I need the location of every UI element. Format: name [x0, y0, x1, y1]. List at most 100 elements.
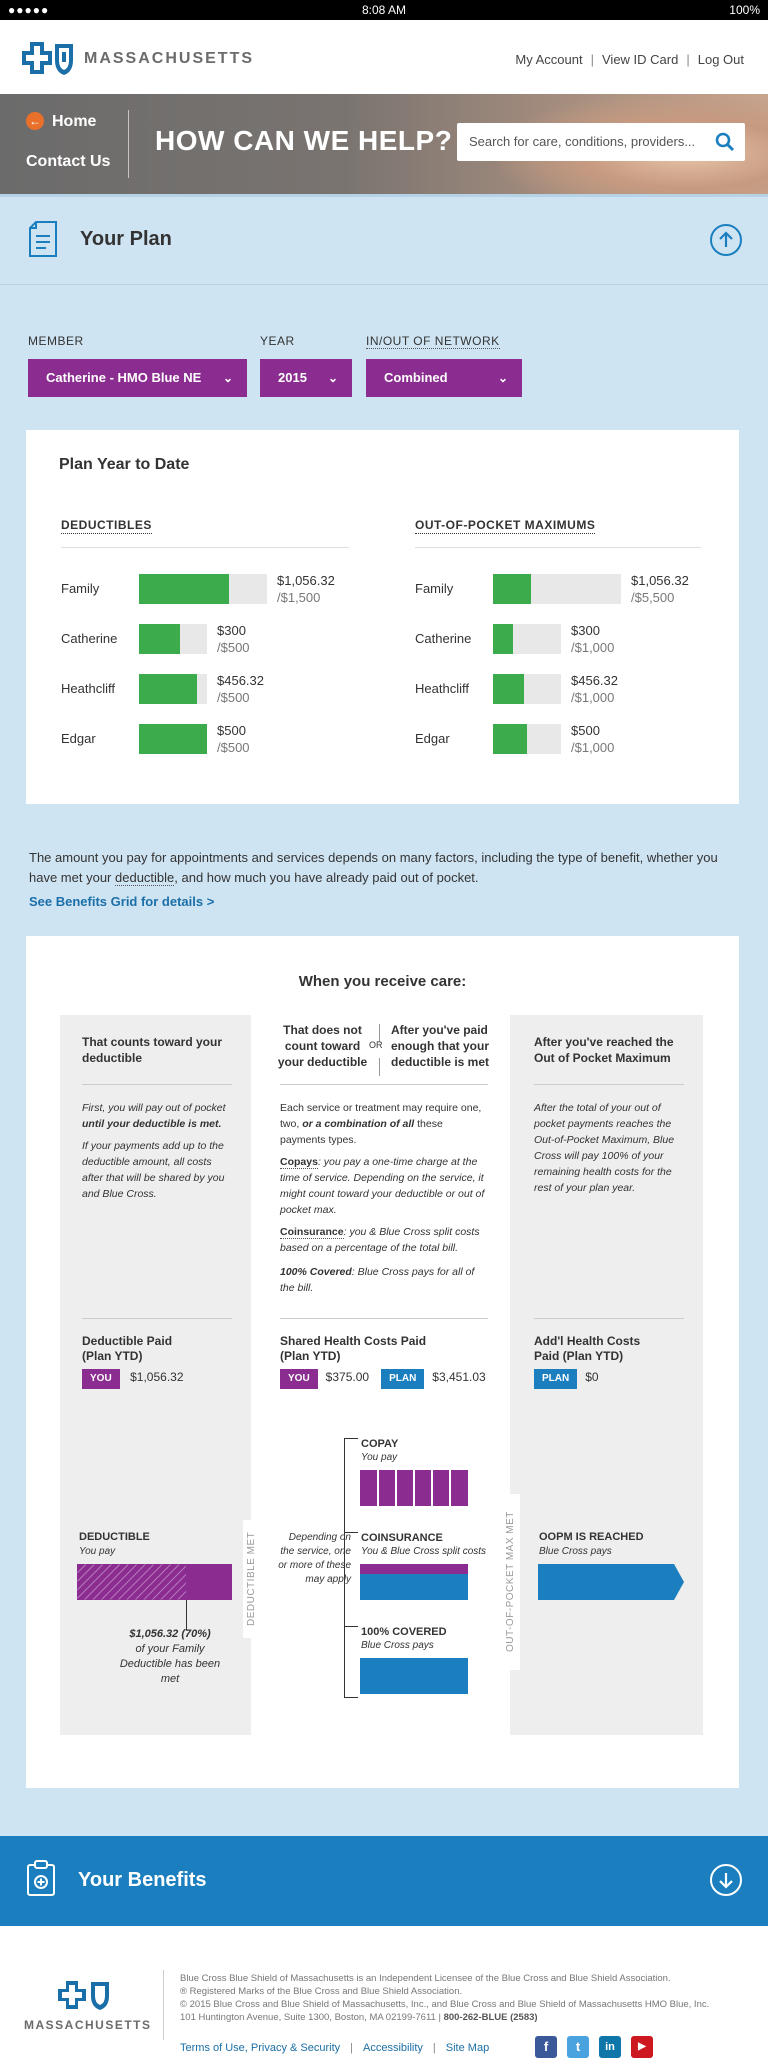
col2-heading-b: After you've paid enough that your deduc…	[391, 1023, 490, 1069]
progress-bar	[493, 574, 621, 604]
col1-text: First, you will pay out of pocket until …	[82, 1100, 234, 1132]
copay-graphic	[360, 1470, 468, 1511]
facebook-icon[interactable]: f	[535, 2036, 557, 2058]
you-amount: $1,056.32	[130, 1370, 184, 1384]
divider	[0, 284, 768, 285]
progress-fill	[493, 574, 531, 604]
divider	[280, 1318, 488, 1319]
covered-graphic	[360, 1658, 468, 1694]
network-select[interactable]: Combined ⌄	[366, 359, 522, 397]
deductible-term[interactable]: deductible	[115, 870, 175, 886]
deductible-graphic-sub: You pay	[79, 1546, 116, 1557]
progress-bar	[139, 624, 207, 654]
year-label: YEAR	[260, 334, 295, 348]
or-label: OR	[369, 1040, 383, 1050]
member-select-value: Catherine - HMO Blue NE	[46, 370, 202, 385]
divider	[379, 1058, 380, 1076]
amount-total: /$500	[217, 690, 250, 705]
accessibility-link[interactable]: Accessibility	[363, 2042, 423, 2054]
coinsurance-label: COINSURANCE	[361, 1532, 443, 1544]
view-id-card-link[interactable]: View ID Card	[602, 52, 678, 67]
row-label: Edgar	[61, 731, 96, 746]
deductible-progress-graphic	[76, 1563, 233, 1605]
progress-bar	[139, 574, 267, 604]
bracket-tick	[344, 1438, 358, 1439]
site-map-link[interactable]: Site Map	[446, 2042, 489, 2054]
benefits-grid-link[interactable]: See Benefits Grid for details >	[29, 894, 214, 909]
col3-text: After the total of your out of pocket pa…	[534, 1102, 675, 1194]
bracket-tick	[344, 1626, 358, 1627]
row-amount: $456.32 /$500	[217, 672, 264, 706]
divider	[82, 1318, 232, 1319]
twitter-icon[interactable]: t	[567, 2036, 589, 2058]
search-icon[interactable]	[715, 132, 735, 157]
oop-heading: OUT-OF-POCKET MAXIMUMS	[415, 518, 596, 534]
footer-logo-icon[interactable]	[58, 1980, 110, 2015]
nav-home-label: Home	[52, 113, 97, 130]
col1-heading-text: That counts toward your deductible	[82, 1035, 223, 1065]
plan-ytd-title: Plan Year to Date	[59, 456, 190, 473]
log-out-link[interactable]: Log Out	[698, 52, 744, 67]
footer-brand: MASSACHUSETTS	[24, 2018, 152, 2032]
member-select[interactable]: Catherine - HMO Blue NE ⌄	[28, 359, 247, 397]
address-line: 101 Huntington Avenue, Suite 1300, Bosto…	[180, 2011, 750, 2024]
deductible-met-portion	[77, 1564, 186, 1600]
plan-badge: PLAN	[381, 1369, 425, 1389]
brand-logo-icon[interactable]	[22, 40, 74, 81]
back-arrow-icon: ←	[26, 112, 44, 130]
divider	[61, 547, 349, 548]
deductibles-heading: DEDUCTIBLES	[61, 518, 152, 534]
col1-heading: That counts toward your deductible	[82, 1034, 232, 1066]
footer-legal: Blue Cross Blue Shield of Massachusetts …	[180, 1972, 750, 2024]
search-box	[457, 123, 745, 161]
col2-text-bold: or a combination of all	[302, 1118, 415, 1130]
deductible-graphic-label: DEDUCTIBLE	[79, 1531, 150, 1543]
amount-total: /$500	[217, 740, 250, 755]
chevron-down-icon: ⌄	[327, 371, 338, 385]
legal-line: ® Registered Marks of the Blue Cross and…	[180, 1986, 463, 1997]
legal-line: © 2015 Blue Cross and Blue Shield of Mas…	[180, 1999, 710, 2010]
my-account-link[interactable]: My Account	[515, 52, 582, 67]
plan-amount: $3,451.03	[432, 1370, 486, 1384]
year-select[interactable]: 2015 ⌄	[260, 359, 352, 397]
your-plan-title: Your Plan	[80, 228, 172, 250]
copays-term[interactable]: Copays	[280, 1156, 318, 1169]
amount-total: /$5,500	[631, 590, 675, 605]
chevron-down-icon: ⌄	[497, 371, 508, 385]
col2-paid: YOU $375.00 PLAN $3,451.03	[280, 1368, 486, 1389]
expand-button[interactable]	[710, 1864, 742, 1896]
row-label: Catherine	[61, 631, 118, 646]
search-input[interactable]	[469, 134, 709, 149]
account-links: My Account | View ID Card | Log Out	[515, 52, 744, 67]
clipboard-icon	[26, 1859, 56, 1902]
footer-links: Terms of Use, Privacy & Security | Accessi…	[180, 2042, 490, 2054]
amount-paid: $300	[571, 623, 600, 638]
phone-number[interactable]: 800-262-BLUE (2583)	[444, 2012, 538, 2023]
nav-contact-us[interactable]: Contact Us	[26, 153, 110, 171]
you-badge: YOU	[280, 1369, 318, 1389]
deductible-note-amount: $1,056.32 (70%)	[129, 1628, 211, 1640]
progress-fill	[493, 674, 524, 704]
col2-text: Each service or treatment may require on…	[280, 1100, 490, 1148]
info-text-part: , and how much you have already paid out…	[174, 870, 479, 885]
row-amount: $1,056.32 /$1,500	[277, 572, 335, 606]
coinsurance-plan-portion	[360, 1574, 468, 1600]
bracket-line	[344, 1438, 345, 1698]
coinsurance-term[interactable]: Coinsurance	[280, 1226, 344, 1239]
oopm-arrow-graphic	[538, 1564, 684, 1605]
amount-paid: $456.32	[217, 673, 264, 688]
terms-link[interactable]: Terms of Use, Privacy & Security	[180, 2042, 340, 2054]
row-amount: $1,056.32 /$5,500	[631, 572, 689, 606]
plan-amount: $0	[585, 1370, 599, 1384]
col1-text-part: First, you will pay out of pocket	[82, 1102, 226, 1114]
progress-fill	[139, 724, 207, 754]
nav-home[interactable]: ← Home	[26, 112, 96, 131]
youtube-icon[interactable]: ▶	[631, 2036, 653, 2058]
collapse-button[interactable]	[710, 224, 742, 256]
amount-paid: $500	[217, 723, 246, 738]
progress-fill	[139, 674, 197, 704]
linkedin-icon[interactable]: in	[599, 2036, 621, 2058]
status-bar: ●●●●● 8:08 AM 100%	[0, 0, 768, 20]
deductible-met-marker: DEDUCTIBLE MET	[243, 1520, 261, 1638]
row-amount: $456.32 /$1,000	[571, 672, 618, 706]
